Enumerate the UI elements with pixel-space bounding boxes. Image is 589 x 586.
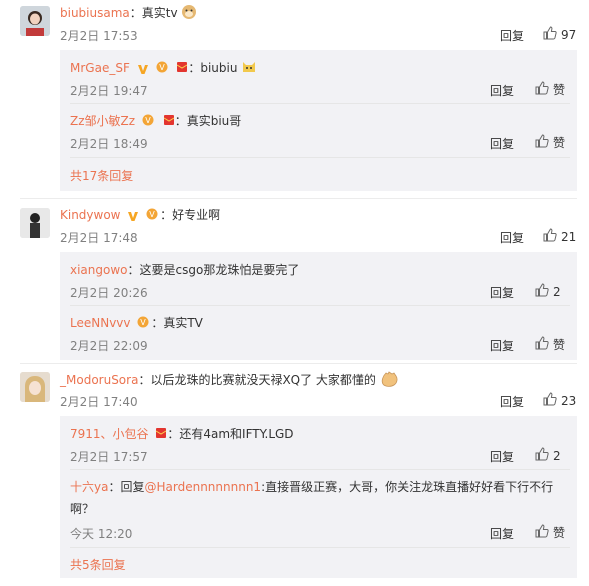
reply-text: ：真实TV [151, 316, 203, 330]
red-envelope-icon [176, 61, 188, 76]
like-label: 赞 [553, 526, 566, 540]
comment-text: ：好专业啊 [160, 208, 221, 222]
red-envelope-icon [155, 427, 167, 442]
username[interactable]: LeeNNvvv [70, 316, 131, 330]
reply-divider [70, 547, 570, 548]
reply-button[interactable]: 回复 [500, 27, 524, 44]
reply-time: 2月2日 22:09 [70, 339, 148, 353]
username[interactable]: 7911、小包谷 [70, 427, 149, 441]
reply-prefix: ：回复 [108, 480, 145, 494]
verified-v-icon [137, 63, 149, 75]
doge-emoji-icon [181, 4, 197, 23]
comment-text: ：以后龙珠的比赛就没天禄XQ了 大家都懂的 [138, 373, 376, 387]
red-envelope-icon [163, 114, 175, 129]
like-count: 97 [561, 27, 577, 42]
member-badge-icon: V [146, 208, 160, 223]
username[interactable]: 十六ya [70, 480, 108, 494]
comment-text: ：真实tv [129, 6, 178, 20]
reply-button[interactable]: 回复 [490, 135, 514, 152]
reply-time: 今天 12:20 [70, 527, 133, 541]
reply-button[interactable]: 回复 [500, 393, 524, 410]
reply-button[interactable]: 回复 [490, 337, 514, 354]
avatar[interactable] [20, 6, 50, 36]
reply-divider [70, 157, 570, 158]
reply-time: 2月2日 20:26 [70, 286, 148, 300]
username[interactable]: _ModoruSora [60, 373, 138, 387]
username[interactable]: MrGae_SF [70, 61, 130, 75]
member-badge-icon: V [137, 316, 151, 331]
like-count: 2 [553, 448, 561, 463]
like-count: 23 [561, 393, 577, 408]
reply-text: ：biubiu [188, 61, 238, 75]
thumbs-up-icon [543, 228, 557, 245]
like-button[interactable]: 23 [543, 392, 576, 409]
like-count: 2 [553, 284, 561, 299]
reply-button[interactable]: 回复 [490, 82, 514, 99]
reply-text: ：这要是csgo那龙珠怕是要完了 [127, 263, 300, 277]
like-button[interactable]: 赞 [535, 134, 565, 151]
like-button[interactable]: 赞 [535, 524, 565, 541]
like-button[interactable]: 21 [543, 228, 576, 245]
mention-link[interactable]: @Hardennnnnnnn1 [144, 480, 261, 494]
member-badge-icon: V [156, 61, 170, 76]
username[interactable]: Zz邹小敏Zz [70, 114, 135, 128]
like-label: 赞 [553, 83, 566, 97]
comment-divider [20, 198, 577, 199]
like-button[interactable]: 97 [543, 26, 576, 43]
reply-time: 2月2日 18:49 [70, 137, 148, 151]
reply-time: 2月2日 17:57 [70, 450, 148, 464]
username[interactable]: biubiusama [60, 6, 130, 20]
username[interactable]: Kindywow [60, 208, 121, 222]
cat-emoji-icon [241, 59, 257, 78]
reply-text-continued: 啊？ [70, 502, 95, 516]
like-label: 赞 [553, 136, 566, 150]
thumbs-up-icon [535, 524, 549, 541]
comment-time: 2月2日 17:48 [60, 231, 138, 245]
reply-button[interactable]: 回复 [490, 284, 514, 301]
reply-button[interactable]: 回复 [500, 229, 524, 246]
thumbs-up-icon [535, 81, 549, 98]
reply-text: ：真实biu哥 [174, 114, 242, 128]
svg-text:V: V [145, 116, 151, 125]
reply-text: ：还有4am和IFTY.LGD [167, 427, 294, 441]
comment-time: 2月2日 17:53 [60, 29, 138, 43]
reply-list: MrGae_SF V ：biubiu 2月2日 19:47 回复 赞 Zz邹小敏… [60, 50, 577, 191]
comment-time: 2月2日 17:40 [60, 395, 138, 409]
thumbs-up-icon [535, 447, 549, 464]
avatar[interactable] [20, 208, 50, 238]
like-label: 赞 [553, 338, 566, 352]
thumbs-up-icon [543, 26, 557, 43]
reply-divider [70, 103, 570, 104]
like-button[interactable]: 2 [535, 283, 561, 300]
reply-button[interactable]: 回复 [490, 448, 514, 465]
svg-text:V: V [141, 318, 147, 327]
verified-v-icon [127, 210, 139, 222]
reply-list: 7911、小包谷 ：还有4am和IFTY.LGD 2月2日 17:57 回复 2… [60, 416, 577, 578]
reply-list: xiangowo：这要是csgo那龙珠怕是要完了 2月2日 20:26 回复 2… [60, 252, 577, 360]
username[interactable]: xiangowo [70, 263, 128, 277]
svg-text:V: V [149, 210, 155, 219]
more-replies-link[interactable]: 共5条回复 [70, 556, 126, 573]
thumbs-up-icon [535, 283, 549, 300]
reply-text: :直接晋级正赛，大哥，你关注龙珠直播好好看下行不行 [261, 480, 554, 494]
comment-divider [20, 363, 577, 364]
reply-divider [70, 305, 570, 306]
like-button[interactable]: 赞 [535, 81, 565, 98]
avatar[interactable] [20, 372, 50, 402]
more-replies-link[interactable]: 共17条回复 [70, 167, 133, 184]
like-count: 21 [561, 229, 577, 244]
reply-divider [70, 469, 570, 470]
thumbs-up-icon [535, 336, 549, 353]
member-badge-icon: V [142, 114, 156, 129]
reply-button[interactable]: 回复 [490, 525, 514, 542]
svg-text:V: V [159, 63, 165, 72]
like-button[interactable]: 2 [535, 447, 561, 464]
like-button[interactable]: 赞 [535, 336, 565, 353]
thumbs-up-icon [535, 134, 549, 151]
thumbs-up-icon [543, 392, 557, 409]
reply-time: 2月2日 19:47 [70, 84, 148, 98]
clapping-hands-icon [380, 370, 400, 391]
